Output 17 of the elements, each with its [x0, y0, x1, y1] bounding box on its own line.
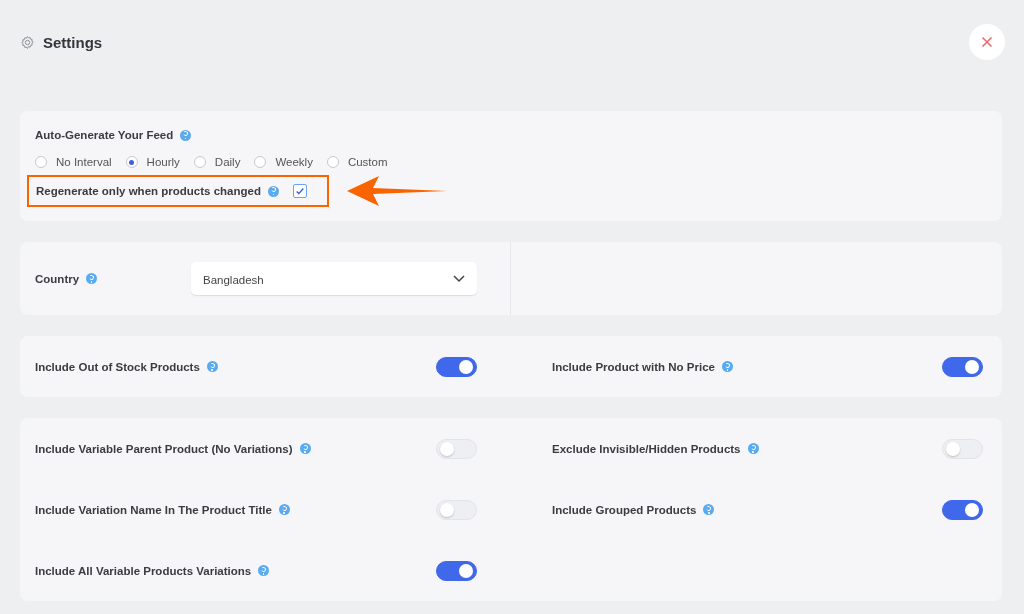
- radio-option[interactable]: Weekly: [254, 156, 313, 168]
- field-label: Include Product with No Price: [552, 360, 715, 373]
- field-label: Regenerate only when products changed: [36, 185, 261, 197]
- page-title: Settings: [43, 33, 103, 51]
- field-label: Auto-Generate Your Feed: [35, 129, 174, 141]
- field-label: Include Variation Name In The Product Title: [35, 503, 272, 516]
- field-label: Include Grouped Products: [552, 503, 697, 516]
- radio-option[interactable]: Hourly: [125, 156, 180, 168]
- field-label: Country: [35, 272, 80, 285]
- field-label: Include Variable Parent Product (No Variations): [35, 442, 293, 455]
- radio-option[interactable]: No Interval: [35, 156, 112, 168]
- field-label: Exclude Invisible/Hidden Products: [552, 442, 741, 455]
- field-label: Include All Variable Products Variations: [35, 564, 252, 577]
- radio-option[interactable]: Daily: [193, 156, 241, 168]
- country-dropdown[interactable]: Bangladesh: [191, 262, 477, 295]
- field-label: Include Out of Stock Products: [35, 360, 200, 373]
- radio-option[interactable]: Custom: [326, 156, 388, 168]
